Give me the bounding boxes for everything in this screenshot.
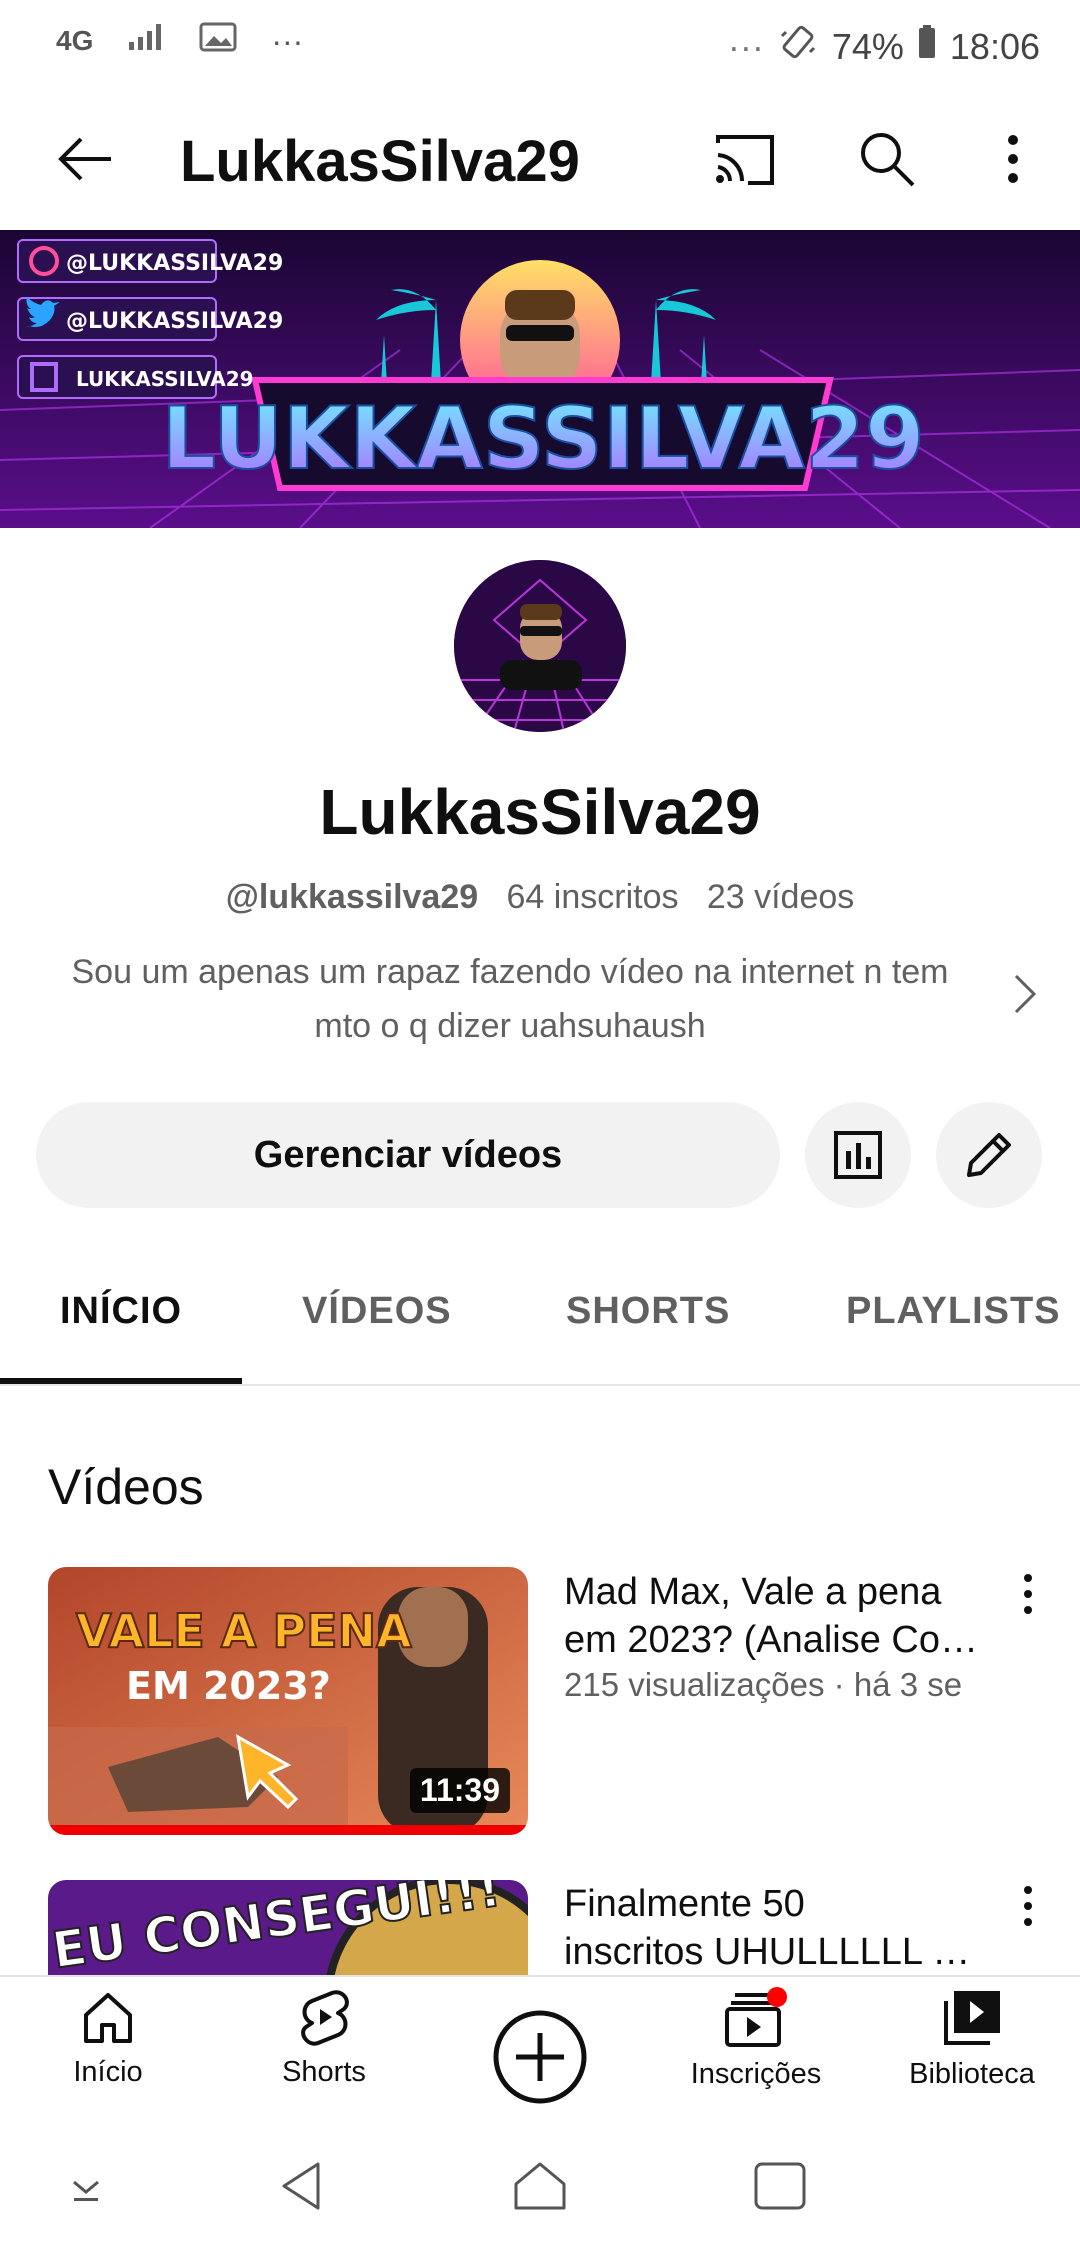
video-menu-button[interactable]	[1020, 1885, 1036, 1932]
manage-videos-button[interactable]: Gerenciar vídeos	[36, 1102, 780, 1208]
shorts-icon	[301, 1990, 349, 2046]
banner-instagram: @LUKKASSILVA29	[66, 251, 283, 276]
bottom-navigation: Início Shorts Inscrições Biblioteca	[0, 1975, 1080, 2145]
nav-subscriptions[interactable]: Inscrições	[656, 1987, 856, 2091]
kebab-icon	[1024, 1886, 1032, 1926]
back-button[interactable]	[40, 114, 130, 204]
video-title-line1[interactable]: Finalmente 50	[564, 1880, 1004, 1928]
video-thumbnail[interactable]: VALE A PENA EM 2023? 11:39	[48, 1567, 528, 1835]
recent-apps-button[interactable]	[752, 2160, 808, 2217]
analytics-icon	[834, 1131, 882, 1179]
cast-icon	[716, 135, 774, 185]
banner-logo-text: LUKKASSILVA29	[161, 389, 924, 489]
video-count: 23 vídeos	[706, 878, 855, 916]
tab-inicio[interactable]: INÍCIO	[60, 1290, 182, 1333]
nav-create[interactable]	[440, 2007, 640, 2112]
analytics-button[interactable]	[805, 1102, 911, 1208]
channel-banner: LUKKASSILVA29 @LUKKASSILVA29 @LUKKASSILV…	[0, 230, 1080, 528]
battery-icon	[918, 25, 936, 68]
home-icon	[84, 1993, 132, 2043]
chevron-down-icon	[73, 2180, 99, 2201]
channel-tabs: INÍCIO VÍDEOS SHORTS PLAYLISTS	[0, 1240, 1080, 1386]
channel-name: LukkasSilva29	[319, 776, 761, 848]
status-right: ··· 74% 18:06	[728, 22, 1040, 71]
nav-home[interactable]: Início	[8, 1987, 208, 2089]
thumb-text-2: EM 2023?	[126, 1664, 331, 1708]
banner-twitter: @LUKKASSILVA29	[66, 309, 283, 334]
video-meta: 215 visualizações · há 3 se	[564, 1666, 963, 1703]
status-bar: 4G ··· ··· 74% 18:06	[0, 0, 1080, 92]
nav-home-label: Início	[73, 2056, 143, 2088]
video-title-line2[interactable]: em 2023? (Analise Co…	[564, 1616, 1004, 1664]
tab-playlists[interactable]: PLAYLISTS	[846, 1290, 1061, 1333]
tab-videos[interactable]: VÍDEOS	[302, 1290, 452, 1333]
section-title: Vídeos	[48, 1459, 204, 1515]
video-thumbnail[interactable]: EU CONSEGUI!!!	[48, 1880, 528, 1975]
nav-subscriptions-label: Inscrições	[690, 2058, 822, 2090]
app-bar: LukkasSilva29	[0, 92, 1080, 227]
more-options-button[interactable]	[968, 114, 1058, 204]
nav-shorts[interactable]: Shorts	[224, 1987, 424, 2089]
kebab-icon	[1024, 1574, 1032, 1614]
banner-twitch: LUKKASSILVA29	[76, 367, 254, 391]
status-left: 4G ···	[56, 22, 303, 60]
active-tab-indicator	[0, 1378, 242, 1384]
cast-button[interactable]	[700, 114, 790, 204]
plus-circle-icon	[493, 2010, 587, 2104]
battery-percent: 74%	[831, 25, 904, 67]
signal-icon	[127, 22, 165, 60]
search-icon	[861, 133, 915, 187]
home-outline-icon	[514, 2162, 566, 2210]
video-menu-button[interactable]	[1020, 1573, 1036, 1620]
banner-artwork: LUKKASSILVA29 @LUKKASSILVA29 @LUKKASSILV…	[0, 230, 1080, 528]
video-title-line1[interactable]: Mad Max, Vale a pena	[564, 1568, 1004, 1616]
avatar-image	[454, 560, 626, 732]
nav-shorts-label: Shorts	[282, 2056, 366, 2088]
clock: 18:06	[949, 25, 1040, 67]
app-bar-title: LukkasSilva29	[180, 129, 580, 194]
subscriptions-icon	[725, 1987, 787, 2047]
subscriber-count: 64 inscritos	[506, 878, 679, 916]
square-icon	[754, 2162, 806, 2210]
thumbnail-image: EU CONSEGUI!!!	[48, 1880, 528, 1975]
more-notifications: ···	[271, 22, 304, 59]
kebab-icon	[1008, 135, 1018, 183]
video-duration: 11:39	[409, 1768, 510, 1813]
pencil-icon	[967, 1133, 1011, 1177]
system-home-button[interactable]	[510, 2158, 570, 2219]
channel-handle: @lukkassilva29	[225, 878, 479, 916]
channel-meta: @lukkassilva29 64 inscritos 23 vídeos	[0, 878, 1080, 917]
network-indicator: 4G	[56, 25, 94, 56]
channel-avatar[interactable]	[454, 560, 626, 732]
nav-library-label: Biblioteca	[909, 2058, 1035, 2090]
library-icon	[944, 1991, 1000, 2045]
video-title-line2[interactable]: inscritos UHULLLLLL …	[564, 1928, 1004, 1974]
search-button[interactable]	[842, 114, 932, 204]
more-status-icon: ···	[727, 25, 764, 67]
hide-nav-button[interactable]	[66, 2168, 106, 2213]
vibrate-icon	[778, 22, 818, 71]
chevron-right-icon[interactable]	[1010, 972, 1040, 1021]
arrow-left-icon	[58, 137, 111, 181]
watch-progress-bar	[48, 1825, 528, 1835]
nav-library[interactable]: Biblioteca	[872, 1987, 1072, 2091]
triangle-back-icon	[282, 2162, 320, 2210]
edit-channel-button[interactable]	[936, 1102, 1042, 1208]
system-back-button[interactable]	[278, 2158, 324, 2219]
tab-shorts[interactable]: SHORTS	[566, 1290, 730, 1333]
thumb-text-1: VALE A PENA	[76, 1604, 412, 1658]
gallery-icon	[199, 22, 237, 60]
system-navigation	[0, 2140, 1080, 2246]
channel-description[interactable]: Sou um apenas um rapaz fazendo vídeo na …	[40, 945, 980, 1053]
